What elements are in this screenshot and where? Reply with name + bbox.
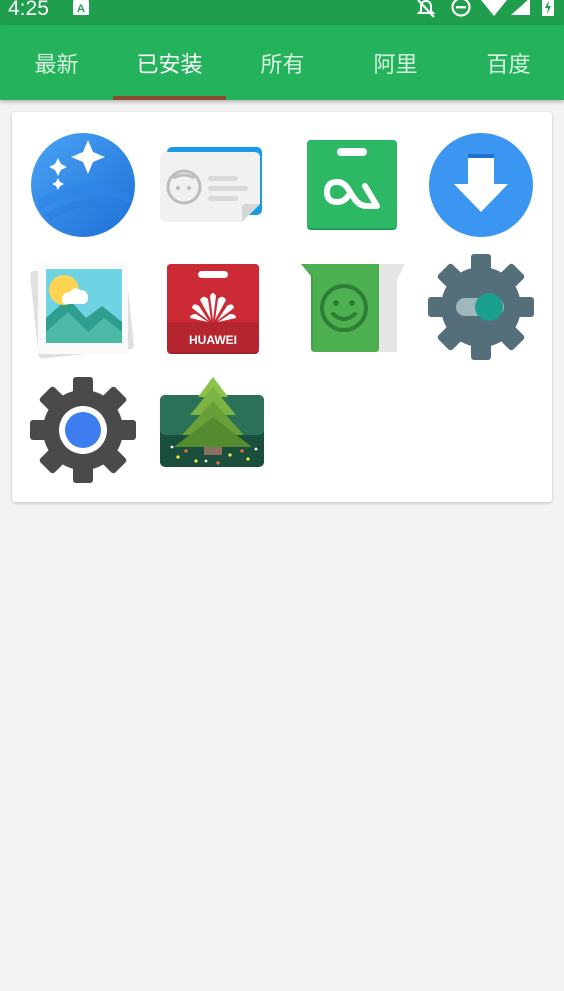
tab-latest[interactable]: 最新 [0,25,113,100]
category-tab-bar: 最新 已安装 所有 阿里 百度 [0,25,564,100]
gallery-photos-app-icon[interactable] [28,252,138,362]
cellular-signal-icon [510,0,530,20]
svg-text:A: A [77,3,85,15]
tab-baidu[interactable]: 百度 [452,25,564,100]
download-arrow-app-icon[interactable] [426,130,536,240]
battery-charging-icon [541,0,555,21]
active-tab-indicator [113,96,226,100]
settings-toggle-app-icon[interactable] [426,252,536,362]
smiley-sticker-app-icon[interactable] [297,252,407,362]
huawei-label: HUAWEI [189,333,237,347]
contact-card-app-icon[interactable] [158,130,268,240]
app-store-bag-app-icon[interactable] [297,130,407,240]
tab-all[interactable]: 所有 [226,25,339,100]
settings-gear-app-icon[interactable] [28,375,138,485]
huawei-store-app-icon[interactable]: HUAWEI [158,252,268,362]
do-not-disturb-icon [450,0,472,24]
notifications-off-icon [416,0,436,23]
magic-sparkle-app-icon[interactable] [28,130,138,240]
pine-tree-app-icon[interactable] [158,375,268,485]
keyboard-a-icon: A [73,0,89,20]
status-time: 4:25 [8,0,49,20]
installed-apps-card: HUAWEI [12,112,552,502]
tab-alibaba[interactable]: 阿里 [339,25,452,100]
status-bar: 4:25 A [0,0,564,25]
tab-installed[interactable]: 已安装 [113,25,226,100]
wifi-icon [481,0,507,22]
